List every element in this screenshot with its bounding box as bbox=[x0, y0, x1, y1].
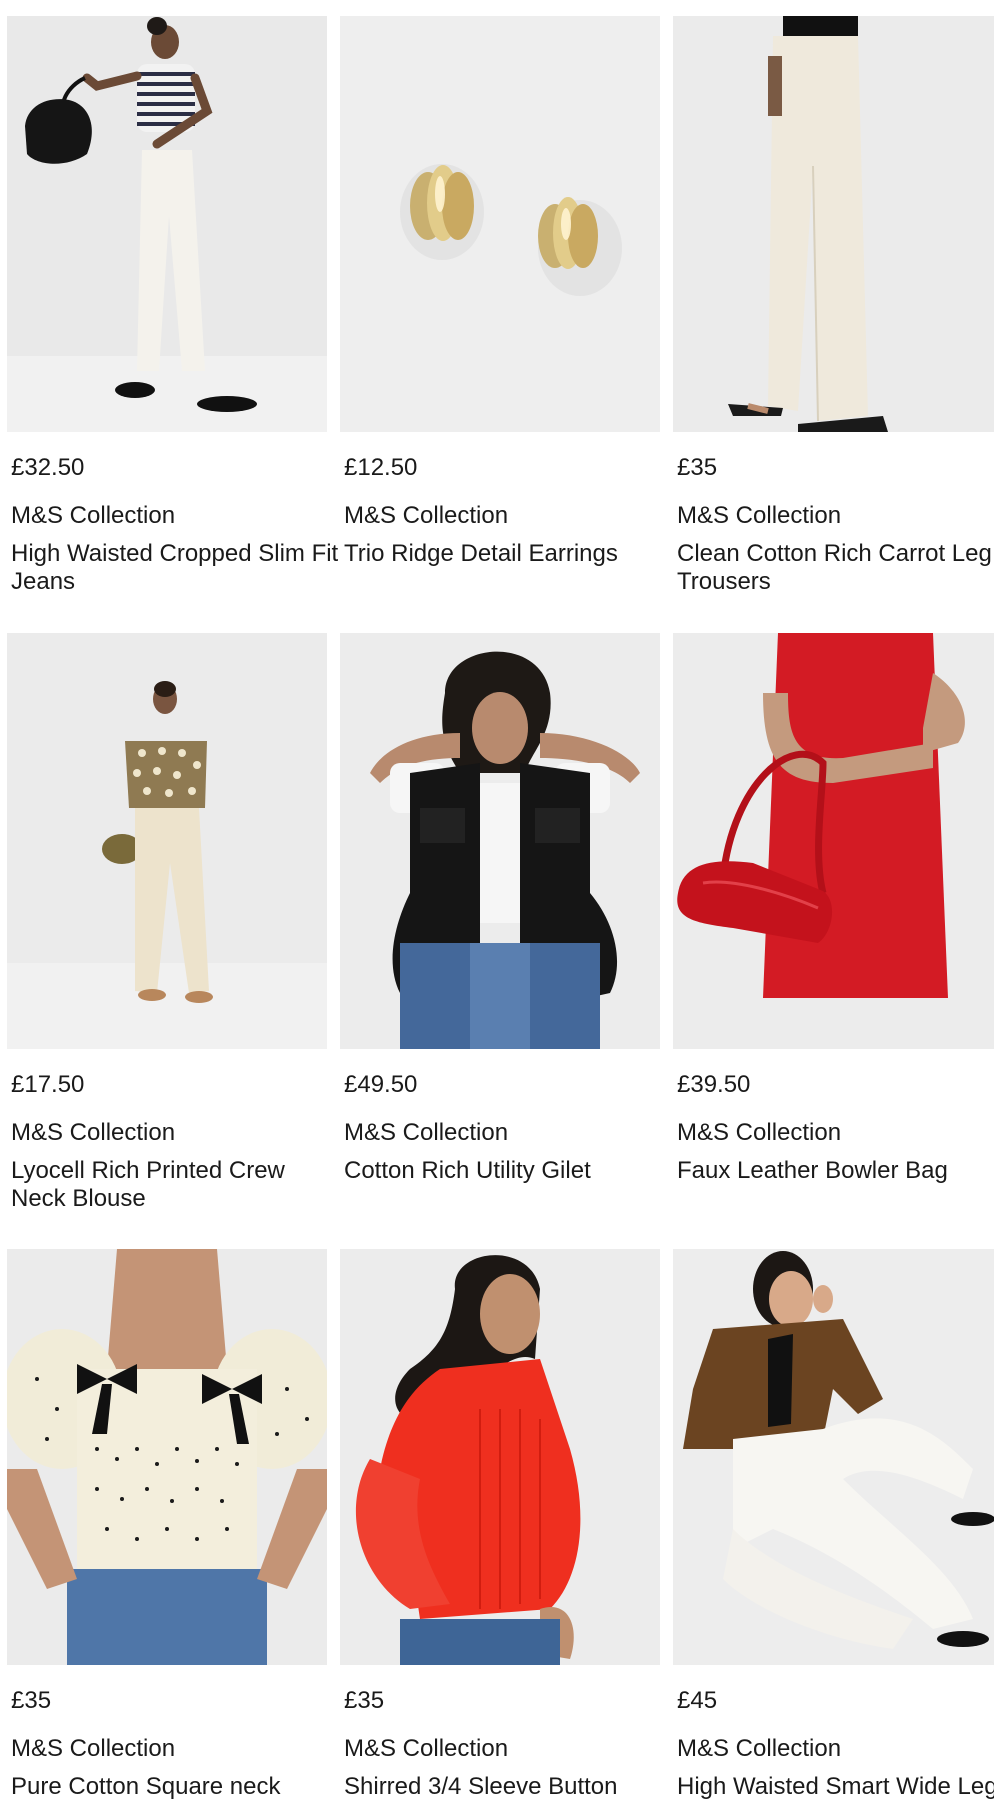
product-image[interactable] bbox=[673, 633, 994, 1049]
product-title[interactable]: Lyocell Rich Printed Crew Neck Blouse bbox=[11, 1157, 341, 1213]
product-card[interactable]: £32.50 M&S Collection High Waisted Cropp… bbox=[7, 16, 338, 596]
product-brand: M&S Collection bbox=[677, 1735, 842, 1762]
product-brand: M&S Collection bbox=[344, 1119, 509, 1146]
product-card[interactable]: £45 M&S Collection High Waisted Smart Wi… bbox=[673, 1249, 994, 1801]
product-title[interactable]: Trio Ridge Detail Earrings bbox=[344, 540, 674, 568]
product-brand: M&S Collection bbox=[11, 1735, 176, 1762]
product-brand: M&S Collection bbox=[677, 1119, 842, 1146]
product-price: £39.50 bbox=[677, 1071, 751, 1098]
product-image[interactable] bbox=[7, 1249, 327, 1665]
product-card[interactable]: £35 M&S Collection Pure Cotton Square ne… bbox=[7, 1249, 327, 1801]
product-image[interactable] bbox=[340, 633, 660, 1049]
product-price: £35 bbox=[677, 454, 718, 481]
product-brand: M&S Collection bbox=[344, 502, 509, 529]
product-card[interactable]: £12.50 M&S Collection Trio Ridge Detail … bbox=[340, 16, 660, 568]
product-card[interactable]: £49.50 M&S Collection Cotton Rich Utilit… bbox=[340, 633, 660, 1185]
product-image[interactable] bbox=[7, 16, 327, 432]
product-image[interactable] bbox=[673, 16, 994, 432]
product-title[interactable]: Cotton Rich Utility Gilet bbox=[344, 1157, 674, 1185]
product-price: £12.50 bbox=[344, 454, 418, 481]
product-price: £35 bbox=[11, 1687, 52, 1714]
product-title[interactable]: Clean Cotton Rich Carrot Leg Trousers bbox=[677, 540, 994, 596]
product-title[interactable]: Faux Leather Bowler Bag bbox=[677, 1157, 994, 1185]
product-image[interactable] bbox=[340, 1249, 660, 1665]
product-image[interactable] bbox=[673, 1249, 994, 1665]
product-price: £32.50 bbox=[11, 454, 85, 481]
product-title[interactable]: High Waisted Cropped Slim Fit Jeans bbox=[11, 540, 341, 596]
product-card[interactable]: £35 M&S Collection Shirred 3/4 Sleeve Bu… bbox=[340, 1249, 660, 1801]
product-card[interactable]: £39.50 M&S Collection Faux Leather Bowle… bbox=[673, 633, 994, 1185]
product-price: £49.50 bbox=[344, 1071, 418, 1098]
product-price: £17.50 bbox=[11, 1071, 85, 1098]
product-brand: M&S Collection bbox=[11, 502, 176, 529]
product-brand: M&S Collection bbox=[344, 1735, 509, 1762]
product-brand: M&S Collection bbox=[11, 1119, 176, 1146]
product-image[interactable] bbox=[7, 633, 327, 1049]
product-card[interactable]: £17.50 M&S Collection Lyocell Rich Print… bbox=[7, 633, 327, 1213]
product-brand: M&S Collection bbox=[677, 502, 842, 529]
product-price: £35 bbox=[344, 1687, 385, 1714]
product-price: £45 bbox=[677, 1687, 718, 1714]
product-grid: £32.50 M&S Collection High Waisted Cropp… bbox=[0, 0, 994, 1800]
product-image[interactable] bbox=[340, 16, 660, 432]
product-card[interactable]: £35 M&S Collection Clean Cotton Rich Car… bbox=[673, 16, 994, 596]
